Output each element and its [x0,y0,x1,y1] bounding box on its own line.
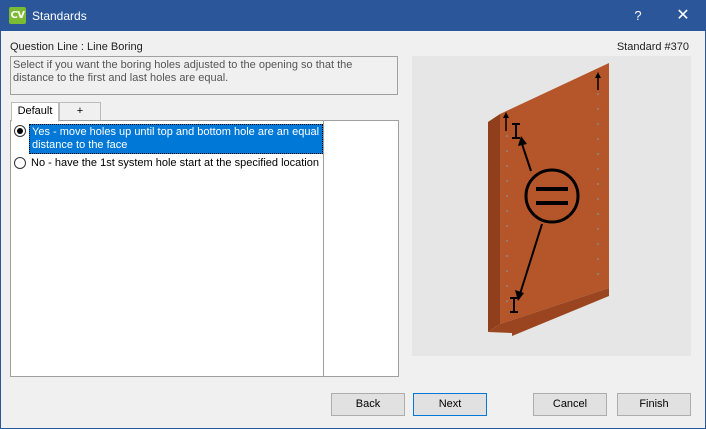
title-bar[interactable]: CV Standards ? ✕ [1,1,705,31]
panel-divider [323,121,324,376]
standard-number-label: Standard #370 [616,41,689,53]
options-panel: Yes - move holes up until top and bottom… [10,120,399,377]
radio-yes[interactable] [14,125,26,137]
back-button[interactable]: Back [331,393,405,416]
cancel-button[interactable]: Cancel [533,393,607,416]
standards-dialog: CV Standards ? ✕ Question Line : Line Bo… [0,0,706,429]
line-boring-illustration [488,63,609,336]
next-button[interactable]: Next [413,393,487,416]
panel-edge [488,114,500,332]
panel-face [500,63,609,324]
help-button[interactable]: ? [621,1,655,31]
window-title: Standards [32,9,87,23]
option-no-label[interactable]: No - have the 1st system hole start at t… [29,156,323,171]
illustration-panel [412,56,691,356]
finish-button[interactable]: Finish [617,393,691,416]
tab-add[interactable]: + [59,102,101,121]
app-icon: CV [9,7,26,24]
description-box: Select if you want the boring holes adju… [10,56,398,95]
tab-default[interactable]: Default [11,102,59,122]
close-button[interactable]: ✕ [661,1,705,31]
option-yes-label[interactable]: Yes - move holes up until top and bottom… [29,124,323,154]
question-line-label: Question Line : Line Boring [10,41,143,53]
radio-no[interactable] [14,157,26,169]
